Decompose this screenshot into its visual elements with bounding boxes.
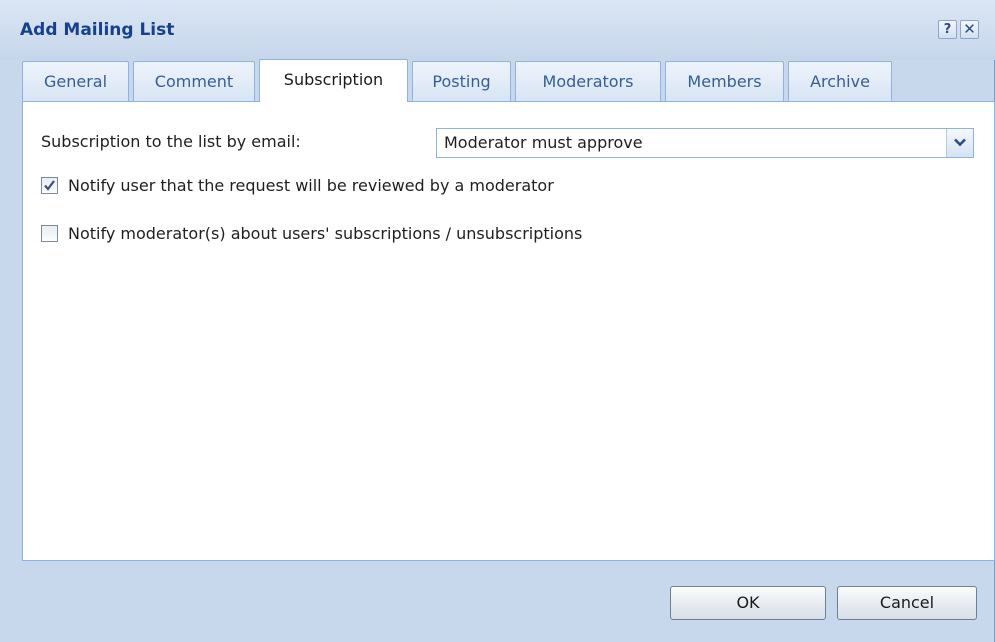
tab-label: Members: [687, 72, 762, 91]
subscription-panel: Subscription to the list by email: Moder…: [22, 101, 995, 561]
close-button[interactable]: ✕: [960, 20, 979, 39]
ok-button[interactable]: OK: [670, 586, 826, 620]
tab-posting[interactable]: Posting: [412, 61, 511, 101]
chevron-down-icon: [954, 138, 966, 147]
notify-moderators-row: Notify moderator(s) about users' subscri…: [41, 224, 711, 244]
notify-moderators-label: Notify moderator(s) about users' subscri…: [68, 224, 583, 243]
checkmark-icon: [44, 180, 55, 191]
tab-members[interactable]: Members: [665, 61, 784, 101]
tab-label: Subscription: [283, 70, 384, 89]
tab-label: General: [43, 72, 108, 91]
subscription-method-select[interactable]: Moderator must approve: [436, 128, 974, 158]
close-icon: ✕: [963, 20, 976, 38]
dialog-title: Add Mailing List: [20, 20, 175, 40]
tab-general[interactable]: General: [22, 61, 129, 101]
tab-subscription[interactable]: Subscription: [259, 59, 408, 102]
notify-moderators-checkbox[interactable]: [41, 225, 58, 242]
add-mailing-list-dialog: Add Mailing List ? ✕ General Comment Sub…: [0, 0, 995, 642]
cancel-button-label: Cancel: [879, 593, 935, 612]
subscription-method-value: Moderator must approve: [444, 133, 643, 152]
dialog-titlebar: Add Mailing List ? ✕: [0, 0, 995, 60]
tab-label: Comment: [154, 72, 234, 91]
help-button[interactable]: ?: [938, 20, 957, 39]
tab-comment[interactable]: Comment: [133, 61, 255, 101]
tab-label: Moderators: [542, 72, 634, 91]
tab-moderators[interactable]: Moderators: [515, 61, 661, 101]
dropdown-button[interactable]: [946, 129, 973, 157]
tab-label: Posting: [432, 72, 491, 91]
notify-user-row: Notify user that the request will be rev…: [41, 176, 681, 196]
ok-button-label: OK: [736, 593, 760, 612]
notify-user-checkbox[interactable]: [41, 177, 58, 194]
cancel-button[interactable]: Cancel: [837, 586, 977, 620]
notify-user-label: Notify user that the request will be rev…: [68, 176, 554, 195]
help-icon: ?: [943, 22, 952, 37]
subscription-method-label: Subscription to the list by email:: [41, 132, 301, 151]
tab-archive[interactable]: Archive: [788, 61, 892, 101]
tab-label: Archive: [810, 72, 870, 91]
